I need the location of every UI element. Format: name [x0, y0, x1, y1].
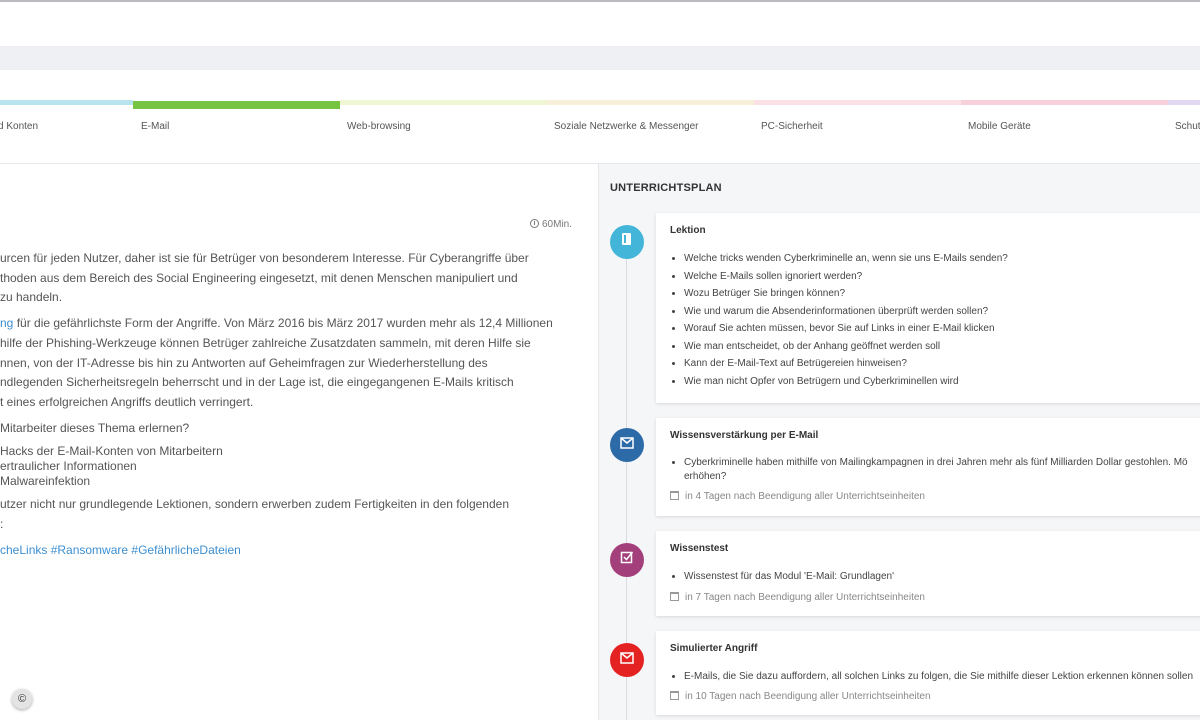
tab-web-browsing[interactable]: Web-browsing: [340, 100, 547, 164]
envelope-icon: [610, 428, 644, 462]
text-line: ndlegenden Sicherheitsregeln beherrscht …: [0, 375, 514, 390]
checkbox-icon: [610, 543, 644, 577]
sub-bar: [0, 46, 1200, 70]
schedule-text: in 4 Tagen nach Beendigung aller Unterri…: [685, 491, 925, 502]
calendar-icon: [670, 691, 679, 700]
card-bullets: Cyberkriminelle haben mithilfe von Maili…: [684, 456, 1188, 484]
card-bullets: Welche tricks wenden Cyberkriminelle an,…: [684, 250, 1008, 390]
schedule-info: in 10 Tagen nach Beendigung aller Unterr…: [670, 691, 931, 702]
card-title: Lektion: [670, 225, 706, 236]
module-description: urcen für jeden Nutzer, daher ist sie fü…: [0, 249, 590, 566]
risk-list: Hacks der E-Mail-Konten von Mitarbeitern…: [0, 444, 590, 489]
column-divider: [598, 164, 599, 720]
clock-icon: [530, 219, 539, 228]
duration-value: 60Min.: [542, 219, 573, 230]
list-item: Malwareinfektion: [0, 474, 91, 489]
calendar-icon: [670, 491, 679, 500]
list-item: Wie man entscheidet, ob der Anhang geöff…: [684, 338, 1008, 356]
tab-pc-sicherheit[interactable]: PC-Sicherheit: [754, 100, 961, 164]
text-line: :: [0, 517, 4, 532]
list-item: E-Mails, die Sie dazu auffordern, all so…: [684, 668, 1193, 686]
list-item: ertraulicher Informationen: [0, 459, 137, 474]
text-line: utzer nicht nur grundlegende Lektionen, …: [0, 497, 510, 512]
hashtag-links[interactable]: cheLinks #Ransomware #GefährlicheDateien: [0, 541, 590, 561]
schedule-info: in 7 Tagen nach Beendigung aller Unterri…: [670, 592, 925, 603]
list-item: Wie und warum die Absenderinformationen …: [684, 303, 1008, 321]
text-line: erhöhen?: [684, 471, 727, 482]
copyright-badge: ©: [12, 689, 32, 709]
lesson-plan-title: UNTERRICHTSPLAN: [610, 182, 722, 194]
text-line: t eines erfolgreichen Angriffs deutlich …: [0, 394, 254, 409]
phishing-link[interactable]: ng: [0, 316, 13, 330]
list-item: Wozu Betrüger Sie bringen können?: [684, 285, 1008, 303]
text-line: hilfe der Phishing-Werkzeuge können Betr…: [0, 335, 531, 350]
card-bullets: E-Mails, die Sie dazu auffordern, all so…: [684, 668, 1193, 686]
description-question: Mitarbeiter dieses Thema erlernen?: [0, 419, 590, 439]
list-item: Welche tricks wenden Cyberkriminelle an,…: [684, 250, 1008, 268]
tab-progress-bar: [0, 100, 133, 105]
tab-konten[interactable]: d Konten: [0, 100, 133, 164]
book-icon: [610, 225, 644, 259]
text-line: nnen, von der IT-Adresse bis hin zu Antw…: [0, 355, 488, 370]
list-item: Wie man nicht Opfer von Betrügern und Cy…: [684, 373, 1008, 391]
plan-card-lektion[interactable]: Lektion Welche tricks wenden Cyberkrimin…: [656, 213, 1200, 403]
calendar-icon: [670, 592, 679, 601]
list-item: Cyberkriminelle haben mithilfe von Maili…: [684, 456, 1188, 484]
tab-label: Soziale Netzwerke & Messenger: [554, 121, 699, 132]
tab-schutz[interactable]: Schut: [1168, 100, 1200, 164]
list-item: Hacks der E-Mail-Konten von Mitarbeitern: [0, 444, 223, 459]
plan-card-simulierter-angriff[interactable]: Simulierter Angriff E-Mails, die Sie daz…: [656, 631, 1200, 715]
tab-label: E-Mail: [141, 121, 170, 132]
list-item: Kann der E-Mail-Text auf Betrügereien hi…: [684, 355, 1008, 373]
tab-progress-bar: [340, 100, 547, 105]
card-title: Wissensverstärkung per E-Mail: [670, 430, 819, 441]
text-line: zu handeln.: [0, 290, 63, 305]
tab-label: Mobile Geräte: [968, 121, 1031, 132]
description-paragraph: ng für die gefährlichste Form der Angrif…: [0, 314, 590, 413]
tab-label: d Konten: [0, 121, 39, 132]
tab-progress-bar: [961, 100, 1168, 105]
tab-progress-bar: [133, 101, 340, 109]
tab-progress-bar: [754, 100, 961, 105]
module-tabs: d Konten E-Mail Web-browsing Soziale Net…: [0, 100, 1200, 164]
list-item: Worauf Sie achten müssen, bevor Sie auf …: [684, 320, 1008, 338]
description-paragraph: utzer nicht nur grundlegende Lektionen, …: [0, 495, 590, 534]
list-item: Wissenstest für das Modul 'E-Mail: Grund…: [684, 568, 894, 586]
tab-label: PC-Sicherheit: [761, 121, 823, 132]
card-title: Simulierter Angriff: [670, 643, 758, 654]
card-bullets: Wissenstest für das Modul 'E-Mail: Grund…: [684, 568, 894, 586]
text-line: urcen für jeden Nutzer, daher ist sie fü…: [0, 251, 529, 265]
tab-progress-bar: [1168, 100, 1200, 105]
list-item: Welche E-Mails sollen ignoriert werden?: [684, 268, 1008, 286]
tab-label: Web-browsing: [347, 121, 411, 132]
tab-progress-bar: [547, 100, 754, 105]
text-line: thoden aus dem Bereich des Social Engine…: [0, 270, 518, 285]
text-line: Cyberkriminelle haben mithilfe von Maili…: [684, 457, 1188, 468]
plan-card-wissenstest[interactable]: Wissenstest Wissenstest für das Modul 'E…: [656, 531, 1200, 616]
text-line: Mitarbeiter dieses Thema erlernen?: [0, 420, 190, 435]
tab-email[interactable]: E-Mail: [133, 100, 340, 164]
tab-soziale-netzwerke[interactable]: Soziale Netzwerke & Messenger: [547, 100, 754, 164]
description-paragraph: urcen für jeden Nutzer, daher ist sie fü…: [0, 249, 590, 308]
tab-mobile-geraete[interactable]: Mobile Geräte: [961, 100, 1168, 164]
tab-label: Schut: [1175, 121, 1200, 132]
text-line: für die gefährlichste Form der Angriffe.…: [13, 316, 553, 331]
schedule-text: in 10 Tagen nach Beendigung aller Unterr…: [685, 691, 931, 702]
schedule-text: in 7 Tagen nach Beendigung aller Unterri…: [685, 592, 925, 603]
envelope-icon: [610, 643, 644, 677]
card-title: Wissenstest: [670, 543, 729, 554]
top-bar: [0, 0, 1200, 46]
duration-label: 60Min.: [530, 219, 572, 230]
plan-card-wissensverstaerkung[interactable]: Wissensverstärkung per E-Mail Cyberkrimi…: [656, 418, 1200, 516]
schedule-info: in 4 Tagen nach Beendigung aller Unterri…: [670, 491, 925, 502]
